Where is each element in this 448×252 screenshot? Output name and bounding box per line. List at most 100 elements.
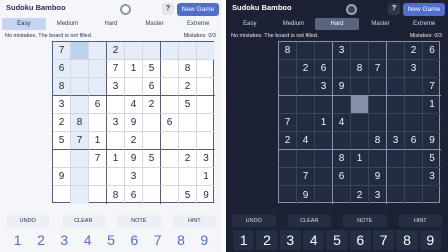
- board-cell[interactable]: [279, 78, 297, 96]
- board-cell[interactable]: [197, 78, 215, 96]
- board-cell[interactable]: 2: [351, 186, 369, 204]
- board-cell[interactable]: 8: [351, 60, 369, 78]
- new-game-button[interactable]: New Game: [403, 3, 445, 16]
- help-button[interactable]: ?: [162, 3, 174, 15]
- tab-extreme[interactable]: Extreme: [402, 18, 446, 30]
- board-cell[interactable]: [71, 60, 89, 78]
- board-cell[interactable]: 9: [369, 168, 387, 186]
- board-cell[interactable]: [405, 114, 423, 132]
- board-cell[interactable]: 3: [197, 150, 215, 168]
- board-cell[interactable]: 5: [143, 60, 161, 78]
- board-cell[interactable]: [143, 168, 161, 186]
- board-cell[interactable]: [197, 132, 215, 150]
- board-cell[interactable]: [53, 186, 71, 204]
- board-cell[interactable]: 8: [107, 186, 125, 204]
- board-cell[interactable]: 2: [53, 114, 71, 132]
- board-cell[interactable]: [369, 78, 387, 96]
- board-cell[interactable]: [387, 168, 405, 186]
- board-cell[interactable]: [423, 60, 441, 78]
- number-key-5[interactable]: 5: [326, 230, 348, 250]
- board-cell[interactable]: 6: [125, 186, 143, 204]
- board-cell[interactable]: 2: [179, 78, 197, 96]
- board-cell[interactable]: [297, 150, 315, 168]
- board-cell[interactable]: 3: [387, 132, 405, 150]
- board-cell[interactable]: 6: [143, 78, 161, 96]
- board-cell[interactable]: 3: [107, 78, 125, 96]
- tab-hard[interactable]: Hard: [89, 18, 133, 30]
- board-cell[interactable]: 6: [315, 60, 333, 78]
- board-cell[interactable]: [279, 96, 297, 114]
- board-cell[interactable]: [315, 186, 333, 204]
- new-game-button[interactable]: New Game: [177, 3, 219, 16]
- board-cell[interactable]: 3: [125, 168, 143, 186]
- board-cell[interactable]: 3: [369, 186, 387, 204]
- board-cell[interactable]: [387, 114, 405, 132]
- number-key-2[interactable]: 2: [30, 230, 51, 250]
- board-cell[interactable]: 1: [351, 150, 369, 168]
- board-cell[interactable]: [279, 150, 297, 168]
- board-cell[interactable]: 8: [179, 60, 197, 78]
- board-cell[interactable]: 2: [143, 96, 161, 114]
- board-cell[interactable]: 4: [125, 96, 143, 114]
- board-cell[interactable]: 3: [405, 60, 423, 78]
- board-cell[interactable]: 1: [125, 60, 143, 78]
- board-cell[interactable]: 9: [53, 168, 71, 186]
- board-cell[interactable]: [197, 42, 215, 60]
- hint-button[interactable]: HINT: [398, 215, 442, 227]
- board-cell[interactable]: [161, 78, 179, 96]
- number-key-1[interactable]: 1: [7, 230, 28, 250]
- board-cell[interactable]: [315, 132, 333, 150]
- board-cell[interactable]: [423, 114, 441, 132]
- board-cell[interactable]: 9: [423, 132, 441, 150]
- board-cell[interactable]: [297, 96, 315, 114]
- board-cell[interactable]: [387, 186, 405, 204]
- board-cell[interactable]: [71, 42, 89, 60]
- board-cell[interactable]: [405, 186, 423, 204]
- board-cell[interactable]: 8: [369, 132, 387, 150]
- board-cell[interactable]: 1: [197, 168, 215, 186]
- board-cell[interactable]: [179, 132, 197, 150]
- board-cell[interactable]: 7: [107, 60, 125, 78]
- tab-master[interactable]: Master: [133, 18, 177, 30]
- number-key-4[interactable]: 4: [77, 230, 98, 250]
- board-cell[interactable]: [89, 186, 107, 204]
- board-cell[interactable]: [369, 150, 387, 168]
- board-cell[interactable]: 8: [333, 150, 351, 168]
- number-key-4[interactable]: 4: [302, 230, 325, 250]
- board-cell[interactable]: [369, 42, 387, 60]
- board-cell[interactable]: [387, 96, 405, 114]
- board-cell[interactable]: 3: [423, 168, 441, 186]
- board-cell[interactable]: 1: [315, 114, 333, 132]
- tab-medium[interactable]: Medium: [272, 18, 316, 30]
- board-cell[interactable]: [333, 186, 351, 204]
- undo-button[interactable]: UNDO: [6, 215, 50, 227]
- board-cell[interactable]: 2: [279, 132, 297, 150]
- board-cell[interactable]: [197, 114, 215, 132]
- board-cell[interactable]: [387, 60, 405, 78]
- board-cell[interactable]: 5: [179, 186, 197, 204]
- board-cell[interactable]: [161, 42, 179, 60]
- board-cell[interactable]: 2: [107, 42, 125, 60]
- board-cell[interactable]: [315, 42, 333, 60]
- number-key-6[interactable]: 6: [349, 230, 371, 250]
- board-cell[interactable]: 7: [89, 150, 107, 168]
- number-key-6[interactable]: 6: [124, 230, 145, 250]
- board-cell[interactable]: [351, 132, 369, 150]
- number-key-5[interactable]: 5: [100, 230, 121, 250]
- board-cell[interactable]: 2: [405, 42, 423, 60]
- theme-toggle-icon[interactable]: [120, 4, 131, 15]
- board-cell[interactable]: [71, 186, 89, 204]
- board-cell[interactable]: [369, 96, 387, 114]
- board-cell[interactable]: 9: [125, 114, 143, 132]
- board-cell[interactable]: 9: [125, 150, 143, 168]
- board-cell[interactable]: [125, 78, 143, 96]
- board-cell[interactable]: [405, 78, 423, 96]
- board-cell[interactable]: [89, 60, 107, 78]
- board-cell[interactable]: [405, 96, 423, 114]
- board-cell[interactable]: [315, 168, 333, 186]
- board-cell[interactable]: 3: [53, 96, 71, 114]
- tab-extreme[interactable]: Extreme: [176, 18, 220, 30]
- board-cell[interactable]: [161, 186, 179, 204]
- board-cell[interactable]: [161, 96, 179, 114]
- board-cell[interactable]: [405, 150, 423, 168]
